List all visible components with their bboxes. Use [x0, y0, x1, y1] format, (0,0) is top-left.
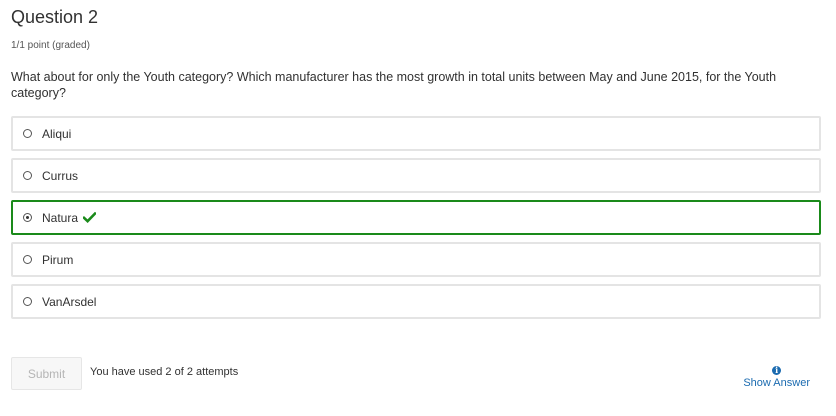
option-label: VanArsdel	[42, 294, 97, 309]
radio-button[interactable]	[23, 129, 32, 138]
question-points: 1/1 point (graded)	[11, 40, 90, 51]
option-label: Pirum	[42, 252, 74, 267]
show-answer-button[interactable]: i Show Answer	[743, 366, 810, 390]
radio-button[interactable]	[23, 255, 32, 264]
option-vanarsdel[interactable]: VanArsdel	[11, 284, 821, 319]
submit-button[interactable]: Submit	[11, 357, 82, 390]
radio-button-selected[interactable]	[23, 213, 32, 222]
option-aliqui[interactable]: Aliqui	[11, 116, 821, 151]
question-text: What about for only the Youth category? …	[11, 70, 777, 100]
option-natura[interactable]: Natura	[11, 200, 821, 235]
option-label: Currus	[42, 168, 79, 183]
checkmark-icon	[82, 211, 97, 224]
question-title: Question 2	[11, 7, 99, 27]
show-answer-label: Show Answer	[743, 377, 810, 389]
radio-button[interactable]	[23, 171, 32, 180]
radio-button[interactable]	[23, 297, 32, 306]
option-pirum[interactable]: Pirum	[11, 242, 821, 277]
problem-container: Question 2 1/1 point (graded) What about…	[0, 0, 836, 416]
option-label: Natura	[42, 210, 79, 225]
info-icon: i	[772, 366, 782, 375]
problem-footer: Submit You have used 2 of 2 attempts i S…	[11, 357, 821, 391]
option-currus[interactable]: Currus	[11, 158, 821, 193]
answer-options: Aliqui Currus Natura Pirum VanArsdel	[11, 116, 821, 326]
option-label: Aliqui	[42, 126, 72, 141]
attempts-text: You have used 2 of 2 attempts	[90, 366, 239, 378]
